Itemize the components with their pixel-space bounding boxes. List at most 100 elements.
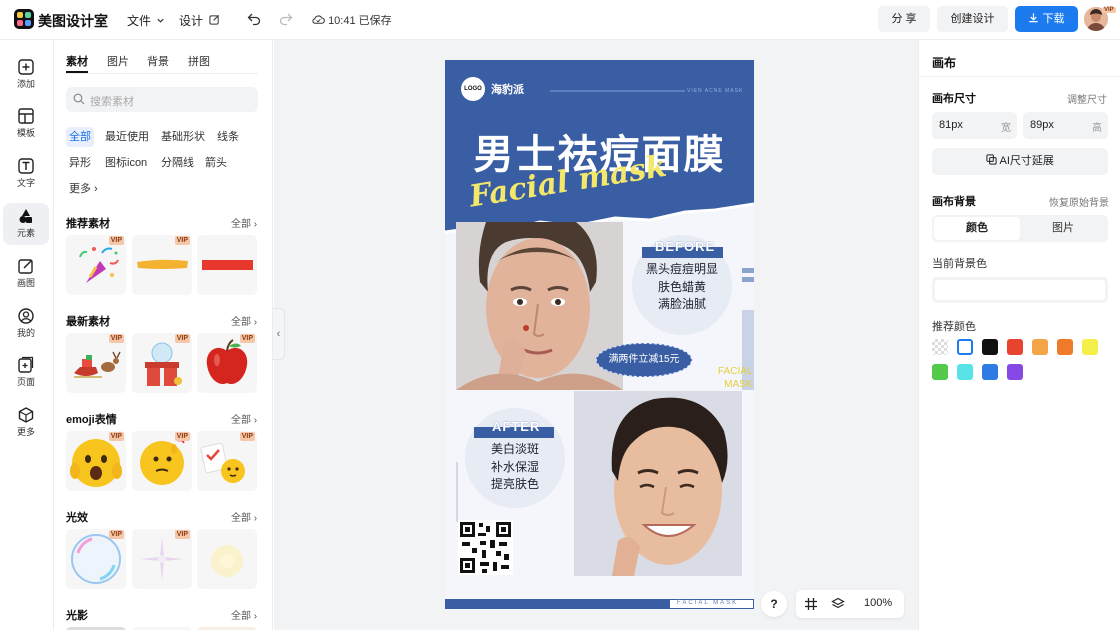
tab-images[interactable]: 图片 [107,53,129,69]
qr-code-icon[interactable] [458,520,513,575]
facial-mask-side-text[interactable]: FACIAL MASK [718,365,752,391]
chip-basic-shapes[interactable]: 基础形状 [158,127,208,147]
footer-text[interactable]: FACIAL MASK [677,600,738,606]
chip-dividers[interactable]: 分隔线 [158,153,197,173]
material-thumb[interactable]: VIP [197,333,257,393]
ai-resize-button[interactable]: AI尺寸延展 [932,148,1108,175]
vip-badge: VIP [174,432,190,441]
tab-backgrounds[interactable]: 背景 [147,53,169,69]
rail-item-more[interactable]: 更多 [3,402,49,444]
rail-item-template[interactable]: 模板 [3,103,49,145]
current-bg-swatch[interactable] [932,277,1108,303]
swatch-blue[interactable] [982,364,998,380]
swatch-white[interactable] [957,339,973,355]
rail-item-elements[interactable]: 元素 [3,203,49,245]
vip-badge: VIP [108,530,124,539]
section-all-label: 全部 [231,611,251,622]
material-thumb[interactable]: VIP [66,529,126,589]
vip-badge: VIP [239,432,255,441]
grid-icon[interactable] [804,597,818,611]
before-label[interactable]: BEFORE [655,239,715,254]
rail-item-text[interactable]: 文字 [3,153,49,195]
chip-all[interactable]: 全部 [66,127,94,147]
reset-bg-link[interactable]: 恢复原始背景 [1049,194,1109,209]
chip-more[interactable]: 更多 › [66,179,101,199]
swatch-light-orange[interactable] [1032,339,1048,355]
material-thumb[interactable] [197,235,257,295]
vip-badge: VIP [174,236,190,245]
chip-lines[interactable]: 线条 [214,127,242,147]
resize-link[interactable]: 调整尺寸 [1067,91,1107,106]
swatch-black[interactable] [982,339,998,355]
help-button[interactable]: ? [761,591,787,617]
swatch-yellow[interactable] [1082,339,1098,355]
chip-irregular[interactable]: 异形 [66,153,94,173]
cloud-icon [312,15,325,24]
rail-item-mine[interactable]: 我的 [3,303,49,345]
rail-item-page[interactable]: 页面 [3,352,49,394]
material-thumb[interactable]: VIP [66,431,126,491]
bg-tab-color[interactable]: 颜色 [934,217,1020,240]
file-menu[interactable]: 文件 [127,12,165,29]
undo-icon[interactable] [246,11,262,27]
poster-logo[interactable]: LOGO [461,77,485,101]
material-thumb[interactable]: VIP [132,431,192,491]
width-field[interactable]: 81px 宽 [932,112,1017,139]
section-all-link[interactable]: 全部 › [231,509,257,524]
collapse-panel-button[interactable]: ‹ [273,308,285,360]
create-design-button[interactable]: 创建设计 [937,6,1008,32]
after-text[interactable]: 美白淡斑 补水保湿 提亮肤色 [465,441,565,494]
vip-badge: VIP [174,334,190,343]
section-all-link[interactable]: 全部 › [231,313,257,328]
divider [919,76,1120,77]
app-name[interactable]: 美图设计室 [38,11,108,31]
layers-icon[interactable] [831,597,845,611]
zoom-level[interactable]: 100% [864,597,892,609]
section-all-link[interactable]: 全部 › [231,607,257,622]
section-title: 推荐素材 [66,218,110,230]
swatch-red[interactable] [1007,339,1023,355]
vip-badge: VIP [108,432,124,441]
vip-badge: VIP [239,334,255,343]
poster-brand[interactable]: 海豹派 [491,81,524,97]
chip-recent[interactable]: 最近使用 [102,127,152,147]
redo-icon[interactable] [278,11,294,27]
design-canvas[interactable]: LOGO 海豹派 VIEN ACNE MASK 男士祛痘面膜 Facial ma… [445,60,754,611]
before-text[interactable]: 黑头痘痘明显 肤色蜡黄 满脸油腻 [632,261,732,314]
after-photo[interactable] [574,391,742,576]
after-label[interactable]: AFTER [492,419,540,434]
swatch-purple[interactable] [1007,364,1023,380]
search-input[interactable]: 搜索素材 [66,87,258,112]
tab-collage[interactable]: 拼图 [188,53,210,69]
height-field[interactable]: 89px 高 [1023,112,1108,139]
header-line [550,90,685,92]
material-thumb[interactable]: VIP [197,431,257,491]
chip-icons[interactable]: 图标icon [102,153,150,173]
section-all-link[interactable]: 全部 › [231,411,257,426]
canvas-size-title: 画布尺寸 [932,93,976,105]
chip-arrows[interactable]: 箭头 [202,153,230,173]
swatch-orange[interactable] [1057,339,1073,355]
material-thumb[interactable]: VIP [66,333,126,393]
bg-tab-image[interactable]: 图片 [1020,217,1106,240]
material-thumb[interactable]: VIP [132,333,192,393]
material-thumb[interactable]: VIP [132,529,192,589]
rail-item-draw[interactable]: 画图 [3,253,49,295]
promo-badge[interactable]: 满两件立减15元 [596,343,692,377]
section-all-link[interactable]: 全部 › [231,215,257,230]
share-button[interactable]: 分 享 [878,6,930,32]
swatch-green[interactable] [932,364,948,380]
material-thumb[interactable]: VIP [66,235,126,295]
section-all-label: 全部 [231,317,251,328]
tab-materials[interactable]: 素材 [66,53,88,69]
rail-item-add[interactable]: 添加 [3,54,49,96]
material-thumb[interactable]: VIP [132,235,192,295]
poster-slogan[interactable]: VIEN ACNE MASK [687,88,743,94]
after-line: 提亮肤色 [490,477,539,491]
swatch-cyan[interactable] [957,364,973,380]
material-thumb[interactable] [197,529,257,589]
app-logo-icon[interactable] [14,9,34,29]
design-menu[interactable]: 设计 [179,12,220,29]
swatch-transparent[interactable] [932,339,948,355]
download-button[interactable]: 下载 [1015,6,1078,32]
